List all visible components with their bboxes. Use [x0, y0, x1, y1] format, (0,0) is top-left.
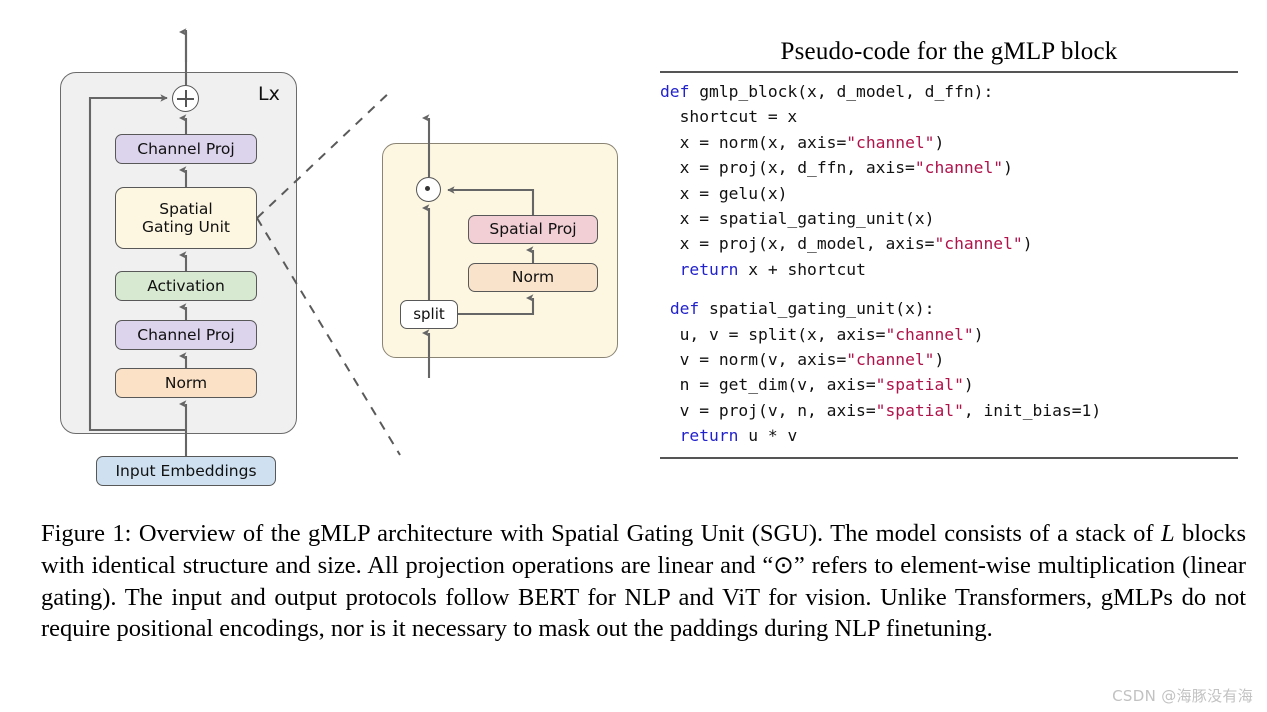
code-text: u * v: [738, 426, 798, 446]
code-text: x = spatial_gating_unit(x): [660, 209, 935, 229]
code-text: x = norm(x, axis=: [660, 132, 847, 152]
caption-text: Figure 1: Overview of the gMLP architect…: [41, 520, 1161, 547]
code-line: v = proj(v, n, axis="spatial", init_bias…: [660, 398, 1238, 423]
elementwise-multiply-operator-icon: [416, 177, 441, 202]
block-norm: Norm: [115, 368, 257, 398]
code-line: shortcut = x: [660, 104, 1238, 129]
code-text: gmlp_block(x, d_model, d_ffn):: [699, 82, 994, 101]
code-string: "spatial": [875, 400, 964, 420]
code-line: x = gelu(x): [660, 181, 1238, 206]
code-string: "channel": [846, 132, 935, 152]
figure-area: Lx Channel Proj Spatial Gating Unit Acti…: [0, 0, 1267, 512]
code-text: , init_bias=1): [963, 400, 1102, 420]
pseudo-code-title: Pseudo-code for the gMLP block: [780, 38, 1118, 65]
code-line: def spatial_gating_unit(x):: [660, 296, 1238, 321]
code-text: n = get_dim(v, axis=: [660, 375, 876, 395]
code-text: x = gelu(x): [660, 183, 788, 203]
code-line: return x + shortcut: [660, 257, 1238, 282]
code-line: return u * v: [660, 423, 1238, 448]
code-string: "channel": [914, 158, 1004, 178]
code-text: u, v = split(x, axis=: [660, 324, 886, 344]
code-keyword: return: [679, 259, 739, 279]
figure-caption: Figure 1: Overview of the gMLP architect…: [41, 518, 1246, 645]
code-keyword: def: [669, 299, 710, 319]
code-bottom-rule: [660, 456, 1238, 459]
code-string: "channel": [846, 350, 935, 370]
code-text: ): [1022, 234, 1033, 254]
block-split: split: [400, 300, 458, 329]
residual-add-operator-icon: [172, 85, 199, 112]
watermark-label: CSDN @海豚没有海: [1112, 687, 1253, 705]
code-text: ): [973, 324, 984, 344]
pseudo-code-panel: Pseudo-code for the gMLP block def gmlp_…: [660, 38, 1238, 459]
block-activation: Activation: [115, 271, 257, 301]
code-string: "spatial": [875, 375, 964, 395]
pseudo-code-body: def gmlp_block(x, d_model, d_ffn): short…: [660, 73, 1238, 457]
code-text: x = proj(x, d_ffn, axis=: [660, 158, 915, 178]
code-text: ): [1003, 158, 1013, 178]
block-input-embeddings: Input Embeddings: [96, 456, 276, 486]
block-detail-norm: Norm: [468, 263, 598, 292]
architecture-diagram: Lx: [0, 0, 420, 512]
code-string: "channel": [934, 234, 1023, 254]
code-text: v = proj(v, n, axis=: [660, 400, 876, 420]
code-text: ): [934, 350, 945, 370]
block-spatial-proj: Spatial Proj: [468, 215, 598, 244]
block-channel-proj-top: Channel Proj: [115, 134, 257, 164]
code-text: shortcut = x: [660, 107, 798, 127]
code-line: v = norm(v, axis="channel"): [660, 347, 1238, 372]
code-text: spatial_gating_unit(x):: [709, 299, 935, 319]
loop-count-label: Lx: [258, 83, 280, 105]
code-text: x + shortcut: [738, 259, 866, 279]
code-text: ): [934, 132, 945, 152]
code-line: x = proj(x, d_ffn, axis="channel"): [660, 155, 1238, 180]
code-line: def gmlp_block(x, d_model, d_ffn):: [660, 79, 1238, 104]
code-text: v = norm(v, axis=: [660, 350, 847, 370]
code-line: n = get_dim(v, axis="spatial"): [660, 372, 1238, 397]
caption-emphasis: L: [1160, 520, 1175, 547]
code-text: x = proj(x, d_model, axis=: [660, 234, 935, 254]
block-spatial-gating-unit: Spatial Gating Unit: [115, 187, 257, 249]
code-line: u, v = split(x, axis="channel"): [660, 322, 1238, 347]
code-line: x = proj(x, d_model, axis="channel"): [660, 231, 1238, 256]
code-line: x = spatial_gating_unit(x): [660, 206, 1238, 231]
code-keyword: return: [679, 426, 739, 446]
code-string: "channel": [885, 324, 974, 344]
code-keyword: def: [660, 82, 700, 101]
code-text: ): [963, 375, 974, 395]
code-line: x = norm(x, axis="channel"): [660, 130, 1238, 155]
block-channel-proj-bottom: Channel Proj: [115, 320, 257, 350]
